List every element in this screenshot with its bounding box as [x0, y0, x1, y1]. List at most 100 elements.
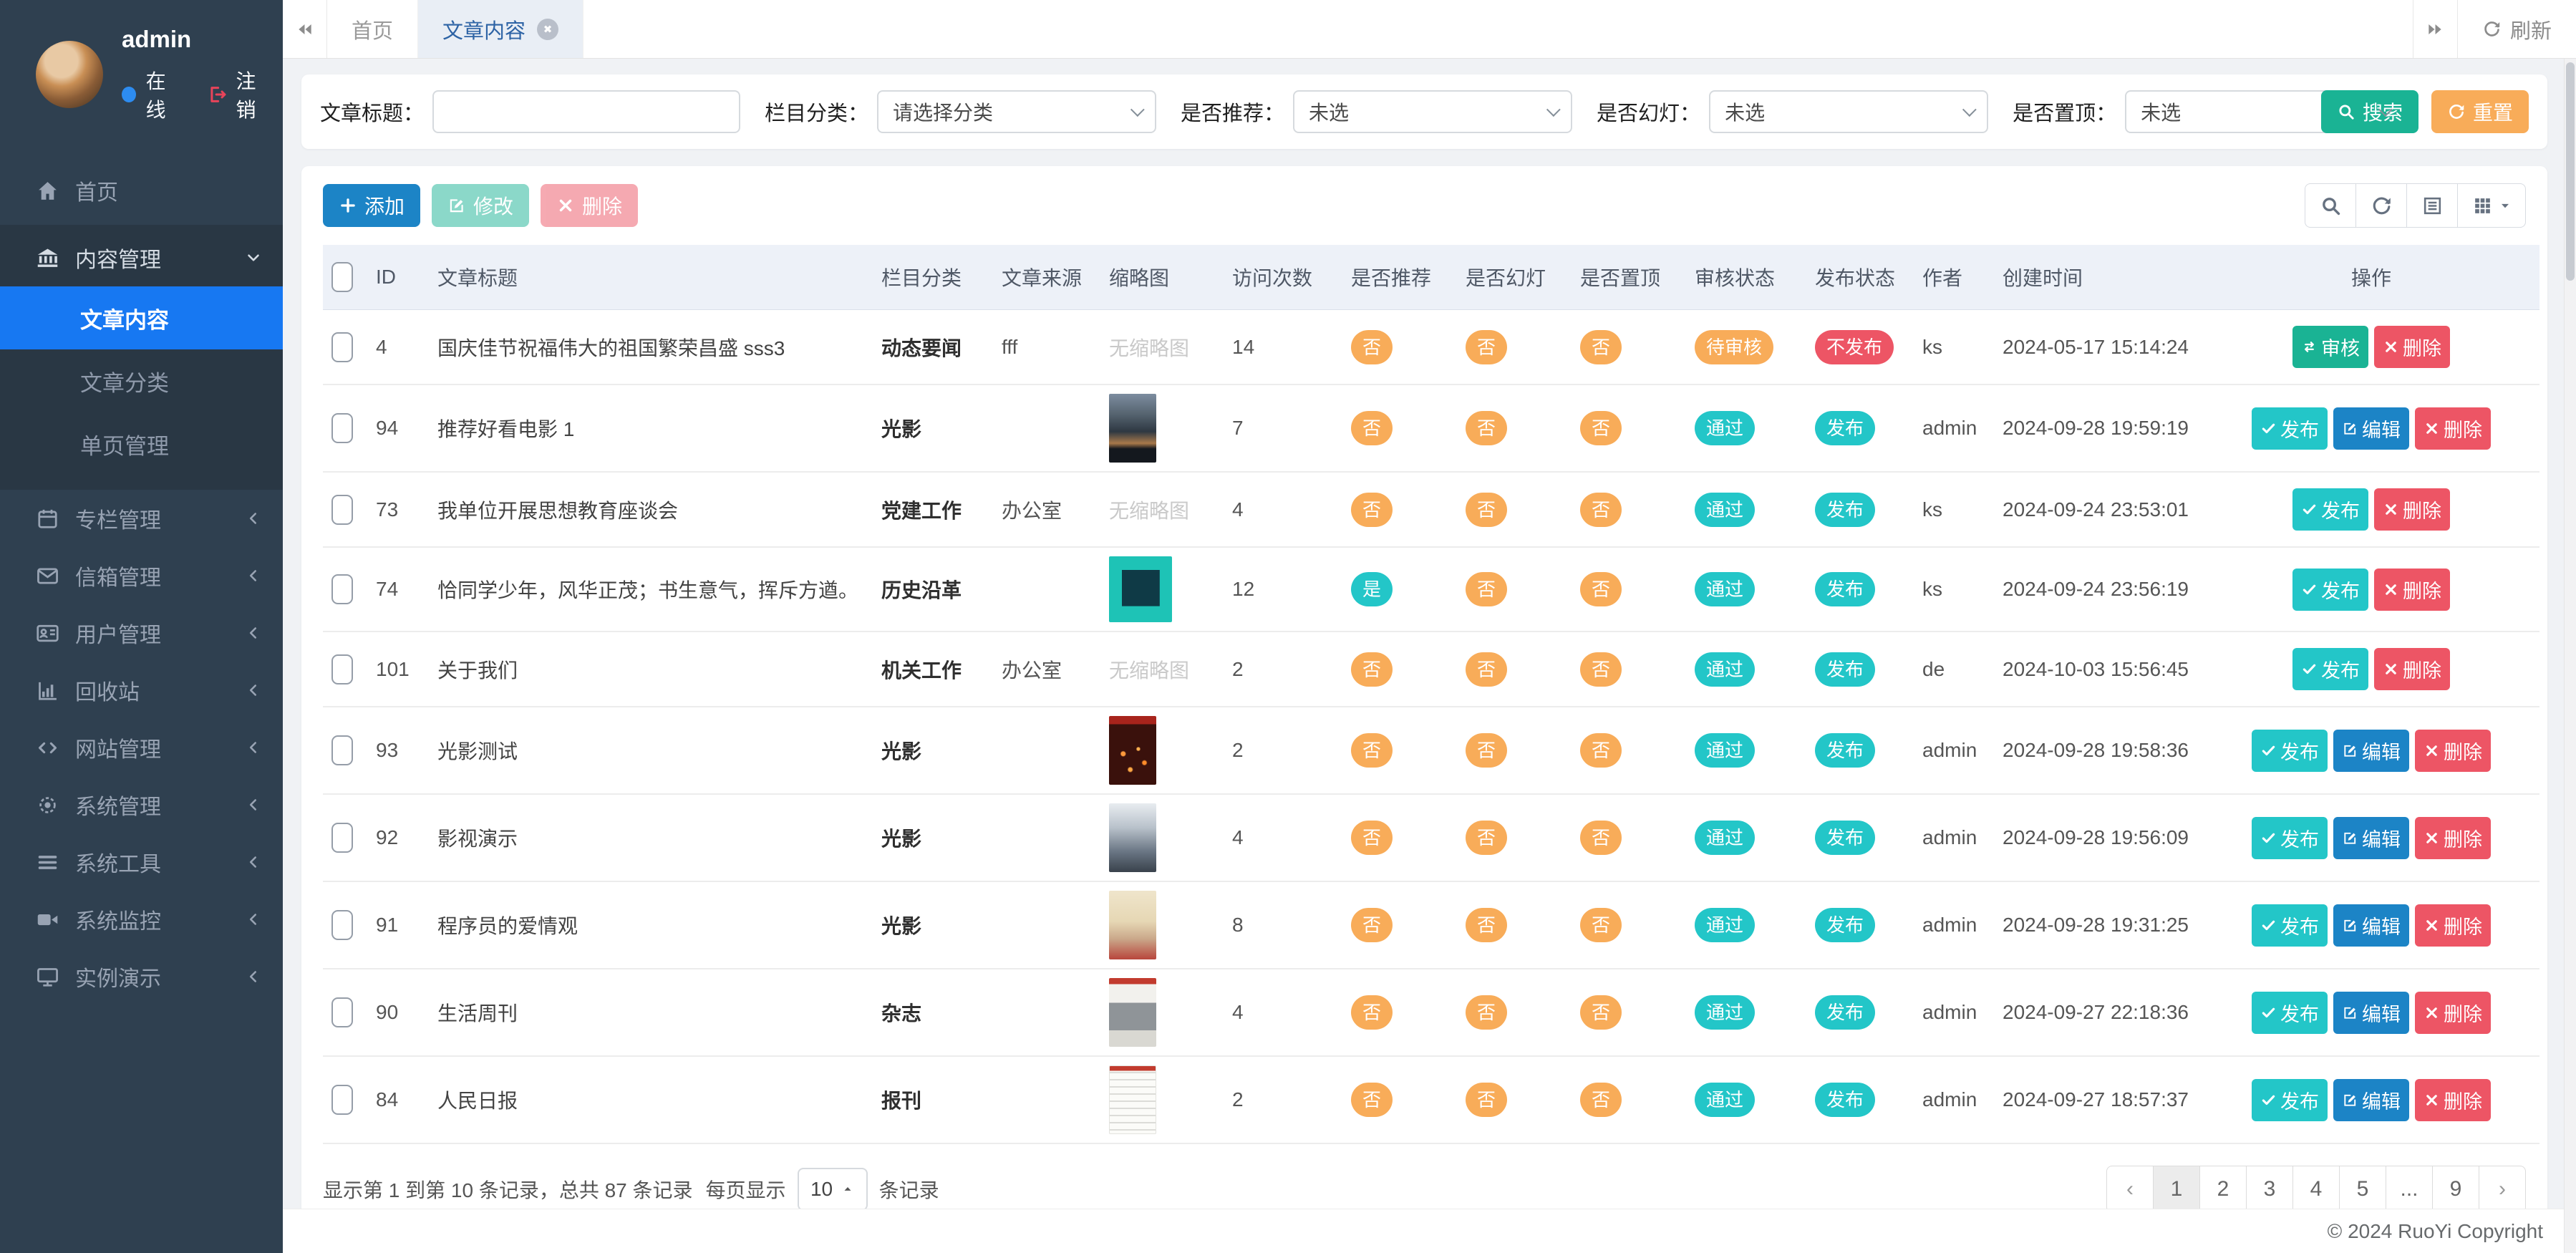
- page-button-3[interactable]: 3: [2246, 1166, 2293, 1209]
- search-button[interactable]: 搜索: [2321, 90, 2418, 133]
- sidebar-item-system-tools[interactable]: 系统工具: [0, 833, 283, 891]
- page-button-4[interactable]: 4: [2292, 1166, 2340, 1209]
- page-button-5[interactable]: 5: [2339, 1166, 2386, 1209]
- action-pencilSq-button[interactable]: 编辑: [2333, 992, 2409, 1034]
- sidebar-item-home[interactable]: 首页: [0, 162, 283, 219]
- sidebar-subitem-page-manage[interactable]: 单页管理: [0, 412, 283, 475]
- delete-button[interactable]: 删除: [541, 184, 638, 227]
- tabs-scroll-left-button[interactable]: [283, 0, 327, 58]
- sidebar-item-website-manage[interactable]: 网站管理: [0, 719, 283, 776]
- sidebar-item-mailbox-manage[interactable]: 信箱管理: [0, 547, 283, 604]
- row-checkbox[interactable]: [331, 495, 353, 525]
- articles-table: ID文章标题栏目分类文章来源缩略图访问次数是否推荐是否幻灯是否置顶审核状态发布状…: [323, 245, 2539, 1144]
- sidebar-item-user-manage[interactable]: 用户管理: [0, 604, 283, 662]
- category-select[interactable]: 请选择分类: [877, 90, 1156, 133]
- sidebar-subitem-article-content[interactable]: 文章内容: [0, 286, 283, 349]
- reset-button[interactable]: 重置: [2431, 90, 2529, 133]
- refresh-table-button[interactable]: [2355, 183, 2407, 228]
- page-button-9[interactable]: 9: [2432, 1166, 2479, 1209]
- action-check-button[interactable]: 发布: [2292, 569, 2368, 611]
- thumbnail-cell: [1100, 547, 1224, 632]
- edit-button[interactable]: 修改: [432, 184, 529, 227]
- action-check-button[interactable]: 发布: [2292, 648, 2368, 690]
- top-badge: 否: [1580, 330, 1622, 364]
- sidebar-item-content-manage[interactable]: 内容管理: [0, 229, 283, 286]
- action-x-button[interactable]: 删除: [2374, 569, 2450, 611]
- action-x-button[interactable]: 删除: [2415, 407, 2491, 450]
- filter-category: 栏目分类：请选择分类: [765, 90, 1156, 133]
- recommend-select[interactable]: 未选: [1293, 90, 1572, 133]
- page-next-button[interactable]: ›: [2479, 1166, 2526, 1209]
- show-search-button[interactable]: [2305, 183, 2356, 228]
- audit-status-badge-cell: 通过: [1686, 707, 1806, 794]
- sidebar-item-system-monitor[interactable]: 系统监控: [0, 891, 283, 948]
- row-checkbox[interactable]: [331, 654, 353, 684]
- slide-badge-cell: 否: [1457, 794, 1572, 881]
- action-check-button[interactable]: 发布: [2292, 488, 2368, 531]
- action-pencilSq-button[interactable]: 编辑: [2333, 817, 2409, 859]
- action-check-button[interactable]: 发布: [2252, 904, 2328, 947]
- logout-button[interactable]: 注销: [207, 66, 268, 123]
- row-checkbox[interactable]: [331, 574, 353, 604]
- row-checkbox[interactable]: [331, 332, 353, 362]
- row-checkbox[interactable]: [331, 735, 353, 765]
- tabs-scroll-right-button[interactable]: [2413, 0, 2457, 58]
- tab-home[interactable]: 首页: [327, 0, 418, 58]
- action-pencilSq-button[interactable]: 编辑: [2333, 904, 2409, 947]
- action-pencilSq-button[interactable]: 编辑: [2333, 407, 2409, 450]
- page-button-2[interactable]: 2: [2199, 1166, 2247, 1209]
- sidebar-item-demo[interactable]: 实例演示: [0, 948, 283, 1005]
- action-check-button[interactable]: 发布: [2252, 817, 2328, 859]
- list-view-icon: [2421, 195, 2444, 217]
- action-x-button[interactable]: 删除: [2415, 904, 2491, 947]
- action-x-button[interactable]: 删除: [2415, 817, 2491, 859]
- chevron-left-icon: [244, 624, 263, 642]
- recommend-badge-cell: 否: [1342, 384, 1457, 472]
- scrollbar-thumb[interactable]: [2566, 62, 2575, 281]
- select-all-checkbox[interactable]: [331, 262, 353, 292]
- sidebar-item-recycle-bin[interactable]: 回收站: [0, 662, 283, 719]
- article-title-input[interactable]: [432, 90, 740, 133]
- page-size-select[interactable]: 10: [798, 1168, 868, 1209]
- action-check-button[interactable]: 发布: [2252, 730, 2328, 772]
- action-pencilSq-button[interactable]: 编辑: [2333, 1079, 2409, 1121]
- action-x-button[interactable]: 删除: [2415, 730, 2491, 772]
- tab-article-content[interactable]: 文章内容 ✖: [418, 0, 584, 58]
- action-check-button[interactable]: 发布: [2252, 1079, 2328, 1121]
- action-pencilSq-button[interactable]: 编辑: [2333, 730, 2409, 772]
- action-x-button[interactable]: 删除: [2415, 992, 2491, 1034]
- add-button[interactable]: 添加: [323, 184, 420, 227]
- scrollbar[interactable]: [2564, 59, 2576, 1253]
- action-check-button[interactable]: 发布: [2252, 992, 2328, 1034]
- columns-button[interactable]: [2457, 183, 2526, 228]
- action-check-button[interactable]: 发布: [2252, 407, 2328, 450]
- page-button-1[interactable]: 1: [2153, 1166, 2200, 1209]
- publish-status-badge: 发布: [1815, 411, 1875, 445]
- page-ellipsis[interactable]: ...: [2386, 1166, 2433, 1209]
- row-checkbox[interactable]: [331, 823, 353, 853]
- created-time: 2024-09-28 19:59:19: [1994, 384, 2203, 472]
- slide-select[interactable]: 未选: [1709, 90, 1988, 133]
- pencilSq-icon: [2342, 742, 2362, 759]
- sidebar-subitem-article-category[interactable]: 文章分类: [0, 349, 283, 412]
- tab-label: 文章内容: [442, 14, 526, 44]
- action-exchange-button[interactable]: 审核: [2292, 326, 2368, 368]
- row-checkbox[interactable]: [331, 413, 353, 443]
- action-label: 发布: [2280, 1086, 2319, 1114]
- user-avatar[interactable]: [36, 41, 103, 108]
- action-x-button[interactable]: 删除: [2374, 326, 2450, 368]
- refresh-tab-button[interactable]: 刷新: [2457, 0, 2576, 58]
- thumbnail-cell: [1100, 881, 1224, 969]
- row-checkbox[interactable]: [331, 1085, 353, 1115]
- page-prev-button[interactable]: ‹: [2106, 1166, 2154, 1209]
- card-view-button[interactable]: [2406, 183, 2458, 228]
- sidebar-item-column-manage[interactable]: 专栏管理: [0, 490, 283, 547]
- action-x-button[interactable]: 删除: [2415, 1079, 2491, 1121]
- sidebar-item-system-manage[interactable]: 系统管理: [0, 776, 283, 833]
- audit-status-badge-cell: 通过: [1686, 881, 1806, 969]
- tab-close-icon[interactable]: ✖: [537, 19, 558, 40]
- action-x-button[interactable]: 删除: [2374, 648, 2450, 690]
- row-checkbox[interactable]: [331, 997, 353, 1027]
- action-x-button[interactable]: 删除: [2374, 488, 2450, 531]
- row-checkbox[interactable]: [331, 910, 353, 940]
